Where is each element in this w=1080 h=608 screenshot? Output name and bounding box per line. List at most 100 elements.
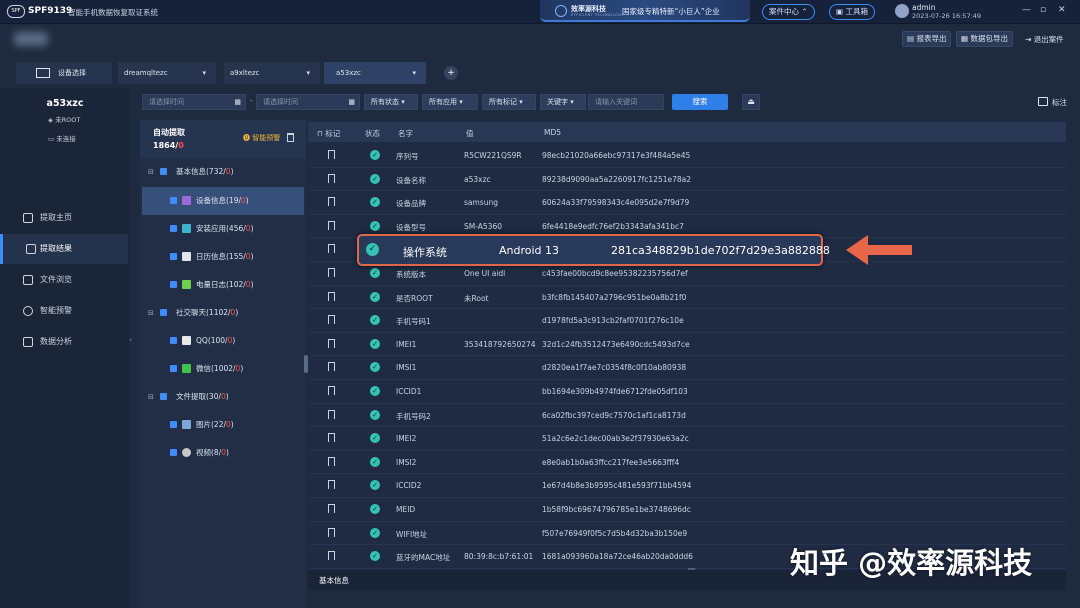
calendar-icon[interactable]: ▦ (348, 95, 355, 109)
tab-device-select[interactable]: 设备选择 (16, 62, 112, 84)
table-row[interactable]: ✓ IMSI2 e8e0ab1b0a63ffcc217fee3e5663fff4 (310, 451, 1066, 475)
tree-node-device-info[interactable]: 设备信息(19/0) (142, 187, 304, 215)
add-tab-button[interactable]: + (444, 66, 458, 80)
table-row[interactable]: ✓ 序列号 R5CW221QS9R 98ecb21020a66ebc97317e3f4… (310, 144, 1066, 168)
tab-device-a53xzc[interactable]: a53xzc ▾ (324, 62, 426, 84)
column-mark[interactable]: ⊓ 标记 (317, 128, 340, 139)
bookmark-icon[interactable] (328, 409, 335, 419)
checkbox[interactable] (160, 393, 167, 400)
bookmark-icon[interactable] (328, 291, 335, 301)
smart-warning-button[interactable]: ⓿ 智能预警 (243, 133, 280, 143)
data-export-button[interactable]: ▦ 数据包导出 (956, 31, 1013, 47)
table-row[interactable]: ✓ IMEI1 353418792650274 32d1c24fb3512473e64… (310, 333, 1066, 357)
bookmark-icon[interactable] (328, 504, 335, 513)
bookmark-icon[interactable] (328, 338, 335, 348)
checkbox[interactable] (170, 253, 177, 260)
checkbox[interactable] (170, 281, 177, 288)
bookmark-icon[interactable] (328, 315, 335, 325)
sidebar-item-extract-home[interactable]: 提取主页 (0, 203, 128, 233)
checkbox[interactable] (170, 365, 177, 372)
bookmark-icon[interactable] (328, 456, 335, 466)
bookmark-icon[interactable] (328, 480, 335, 490)
table-row[interactable]: ✓ IMSI1 d2820ea1f7ae7c0354f8c0f10ab80938 (310, 356, 1066, 380)
chevron-down-icon[interactable]: ▾ (202, 62, 206, 84)
keyword-type-select[interactable]: 关键字 ▾ (540, 94, 586, 110)
highlighted-row[interactable]: ✓ 操作系统 Android 13 281ca348829b1de702f7d2… (357, 234, 830, 266)
checkbox[interactable] (170, 449, 177, 456)
collapse-icon[interactable]: ⊟ (148, 159, 154, 185)
bookmark-icon[interactable] (328, 362, 335, 372)
bookmark-icon[interactable] (328, 433, 335, 443)
end-time-field[interactable]: 请选择时间 ▦ (256, 94, 360, 110)
bookmark-icon[interactable] (328, 220, 335, 230)
tree-node-file-extract[interactable]: ⊟ 文件提取(30/0) (140, 384, 304, 410)
bookmark-icon[interactable] (328, 386, 335, 395)
collapse-sidebar-icon[interactable]: ‹ (129, 335, 132, 344)
annotate-icon[interactable] (1038, 97, 1048, 106)
tree-node-videos[interactable]: 视频(8/0) (140, 440, 304, 466)
column-name[interactable]: 名字 (398, 128, 413, 139)
toolbox-button[interactable]: ▣ 工具箱 (829, 4, 875, 20)
table-row[interactable]: ✓ ICCID1 bb1694e309b4974fde6712fde05df103 (310, 380, 1066, 404)
checkbox[interactable] (160, 168, 167, 175)
calendar-icon[interactable]: ▦ (234, 95, 241, 109)
sidebar-item-data-analysis[interactable]: 数据分析 (0, 327, 128, 357)
sidebar-item-smart-warning[interactable]: 智能预警 (0, 296, 128, 326)
tab-basic-info[interactable]: 基本信息 (319, 575, 349, 586)
avatar[interactable] (895, 4, 909, 18)
checkbox[interactable] (170, 337, 177, 344)
chevron-down-icon[interactable]: ▾ (412, 62, 416, 84)
tree-node-social-chat[interactable]: ⊟ 社交聊天(1102/0) (140, 300, 304, 326)
bookmark-icon[interactable] (328, 527, 335, 537)
table-row[interactable]: ✓ 是否ROOT 未Root b3fc8fb145407a2796c951be0a8b… (310, 286, 1066, 310)
trash-icon[interactable] (287, 133, 294, 142)
annotate-button[interactable]: 标注 (1052, 97, 1067, 108)
app-filter-select[interactable]: 所有应用 ▾ (422, 94, 478, 110)
table-row[interactable]: ✓ ICCID2 1e67d4b8e3b9595c481e593f71bb4594 (310, 474, 1066, 498)
table-row[interactable]: ✓ 手机号码2 6ca02fbc397ced9c7570c1af1ca8173d (310, 404, 1066, 428)
column-status[interactable]: 状态 (365, 128, 380, 139)
bookmark-icon[interactable] (328, 173, 335, 183)
checkbox[interactable] (170, 197, 177, 204)
bookmark-icon[interactable] (328, 551, 335, 561)
tree-node-wechat[interactable]: 微信(1002/0) (140, 356, 304, 382)
bookmark-icon[interactable] (328, 268, 335, 277)
bookmark-icon[interactable] (328, 150, 335, 159)
case-center-button[interactable]: 案件中心 ⌃ (762, 4, 815, 20)
report-export-button[interactable]: ▤ 报表导出 (902, 31, 952, 47)
mark-filter-select[interactable]: 所有标记 ▾ (482, 94, 536, 110)
collapse-icon[interactable]: ⊟ (148, 300, 154, 326)
bookmark-icon[interactable] (328, 197, 335, 207)
tree-node-basic-info[interactable]: ⊟ 基本信息(732/0) (140, 159, 304, 185)
tab-device-a9xltezc[interactable]: a9xltezc ▾ (224, 62, 320, 84)
collapse-icon[interactable]: ⊟ (148, 384, 154, 410)
checkbox[interactable] (170, 421, 177, 428)
tree-node-calendar[interactable]: 日历信息(155/0) (140, 244, 304, 270)
tree-node-qq[interactable]: QQ(100/0) (140, 328, 304, 354)
table-row[interactable]: ✓ 设备名称 a53xzc 89238d9090aa5a2260917fc1251e7… (310, 168, 1066, 192)
column-value[interactable]: 值 (466, 128, 474, 139)
tree-node-installed-apps[interactable]: 安装应用(456/0) (140, 216, 304, 242)
sidebar-item-file-browse[interactable]: 文件浏览 (0, 265, 128, 295)
upload-icon[interactable]: ⏏ (742, 94, 760, 110)
table-row[interactable]: ✓ MEID 1b58f9bc69674796785e1be3748696dc (310, 498, 1066, 522)
maximize-icon[interactable]: ▫ (1040, 5, 1046, 15)
chevron-down-icon[interactable]: ▾ (306, 62, 310, 84)
search-button[interactable]: 搜索 (672, 94, 728, 110)
table-row[interactable]: ✓ 手机号码1 d1978fd5a3c913cb2faf0701f276c10e (310, 309, 1066, 333)
tab-device-dreamqltezc[interactable]: dreamqltezc ▾ (118, 62, 216, 84)
close-icon[interactable]: ✕ (1058, 5, 1066, 15)
checkbox[interactable] (170, 225, 177, 232)
table-row[interactable]: ✓ 设备品牌 samsung 60624a33f79598343c4e095d2e7f… (310, 191, 1066, 215)
checkbox[interactable] (160, 309, 167, 316)
keyword-input[interactable]: 请输入关键词 (588, 94, 664, 110)
tree-node-images[interactable]: 图片(22/0) (140, 412, 304, 438)
bookmark-icon[interactable] (328, 244, 335, 254)
exit-case-button[interactable]: ⇥ 退出案件 (1025, 34, 1064, 45)
start-time-field[interactable]: 请选择时间 ▦ (142, 94, 246, 110)
tree-node-battery-log[interactable]: 电量日志(102/0) (140, 272, 304, 298)
column-md5[interactable]: MD5 (544, 128, 561, 137)
minimize-icon[interactable]: — (1022, 5, 1031, 15)
sidebar-item-extract-results[interactable]: 提取结果 (0, 234, 128, 264)
table-row[interactable]: ✓ IMEI2 51a2c6e2c1dec00ab3e2f37930e63a2c (310, 427, 1066, 451)
